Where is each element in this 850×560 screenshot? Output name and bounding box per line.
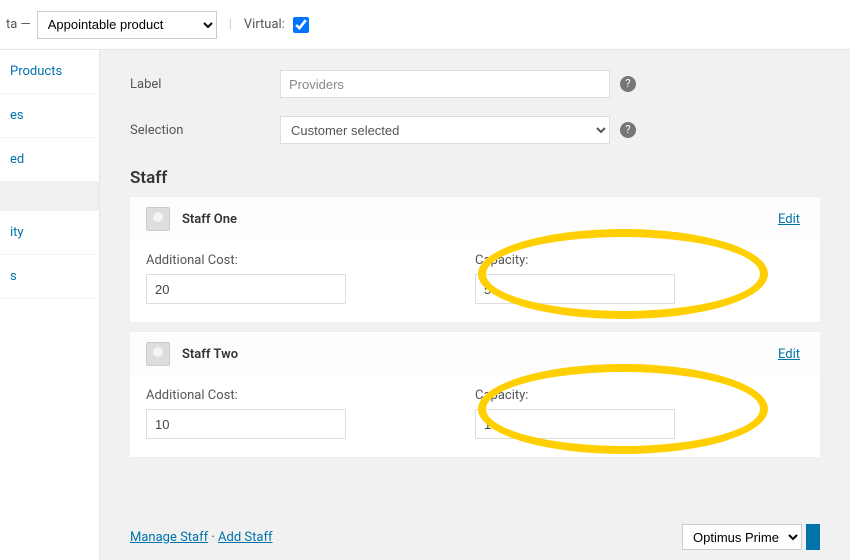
staff-name: Staff Two: [182, 347, 778, 362]
staff-heading: Staff: [130, 168, 820, 188]
sidebar-item-4[interactable]: ity: [0, 211, 99, 255]
footer-bar: Manage Staff · Add Staff Optimus Prime: [130, 513, 850, 550]
add-staff-link[interactable]: Add Staff: [218, 530, 272, 545]
selection-field-label: Selection: [130, 123, 280, 138]
staff-name: Staff One: [182, 212, 778, 227]
sidebar-item-2[interactable]: ed: [0, 138, 99, 182]
virtual-checkbox[interactable]: [293, 17, 309, 33]
staff-card: Staff Two Edit Additional Cost: Capacity…: [130, 331, 820, 458]
footer-select[interactable]: Optimus Prime: [682, 524, 802, 550]
capacity-label: Capacity:: [475, 253, 804, 268]
sidebar-item-active[interactable]: [0, 182, 99, 211]
main-panel: Label ? Selection Customer selected ? St…: [100, 50, 850, 560]
product-data-label: ta —: [6, 17, 31, 32]
additional-cost-label: Additional Cost:: [146, 253, 475, 268]
avatar: [146, 207, 170, 231]
sidebar: Products es ed ity s: [0, 50, 100, 560]
topbar: ta — Appointable product | Virtual:: [0, 0, 850, 50]
manage-staff-link[interactable]: Manage Staff: [130, 530, 208, 545]
capacity-label: Capacity:: [475, 388, 804, 403]
sidebar-item-1[interactable]: es: [0, 94, 99, 138]
label-field-label: Label: [130, 77, 280, 92]
sidebar-item-products[interactable]: Products: [0, 50, 99, 94]
selection-select[interactable]: Customer selected: [280, 116, 610, 144]
label-input[interactable]: [280, 70, 610, 98]
staff-card: Staff One Edit Additional Cost: Capacity…: [130, 196, 820, 323]
additional-cost-input[interactable]: [146, 274, 346, 304]
capacity-input[interactable]: [475, 409, 675, 439]
avatar: [146, 342, 170, 366]
sidebar-item-5[interactable]: s: [0, 255, 99, 299]
additional-cost-input[interactable]: [146, 409, 346, 439]
product-type-select[interactable]: Appointable product: [37, 11, 217, 39]
edit-link[interactable]: Edit: [778, 347, 800, 362]
additional-cost-label: Additional Cost:: [146, 388, 475, 403]
virtual-label: Virtual:: [244, 17, 285, 32]
add-button[interactable]: [806, 524, 820, 550]
help-icon[interactable]: ?: [620, 76, 636, 92]
edit-link[interactable]: Edit: [778, 212, 800, 227]
capacity-input[interactable]: [475, 274, 675, 304]
help-icon[interactable]: ?: [620, 122, 636, 138]
vertical-divider: |: [229, 17, 232, 32]
